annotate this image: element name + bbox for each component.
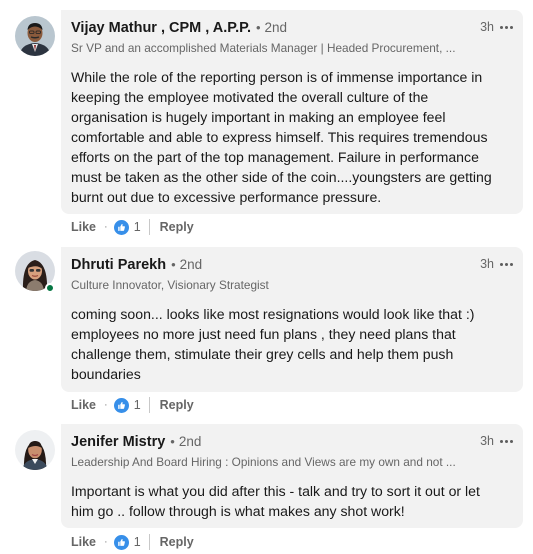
comment-text-line: must be taken as the other side of the c… bbox=[71, 169, 492, 185]
comment-bubble: Dhruti Parekh • 2nd Culture Innovator, V… bbox=[61, 247, 523, 392]
comment-meta: 3h bbox=[480, 257, 513, 271]
more-horizontal-icon[interactable] bbox=[500, 439, 513, 443]
like-thumbs-up-icon[interactable] bbox=[113, 219, 129, 235]
reply-button[interactable]: Reply bbox=[160, 220, 194, 234]
comment-meta: 3h bbox=[480, 20, 513, 34]
reaction-count[interactable]: 1 bbox=[134, 220, 141, 234]
comment-text: While the role of the reporting person i… bbox=[71, 67, 511, 207]
avatar[interactable] bbox=[15, 430, 55, 470]
separator-dot: · bbox=[104, 536, 108, 548]
comment-text-line: efforts on the part of the top managemen… bbox=[71, 149, 479, 165]
timestamp: 3h bbox=[480, 257, 494, 271]
action-divider bbox=[148, 397, 150, 413]
comment-bubble: Vijay Mathur , CPM , A.P.P. • 2nd Sr VP … bbox=[61, 10, 523, 214]
avatar-photo bbox=[15, 430, 55, 470]
author-name[interactable]: Dhruti Parekh bbox=[71, 257, 166, 273]
comment-actions: Like · 1 Reply bbox=[71, 396, 194, 414]
comment-text-line: challenge them, stimulate their grey cel… bbox=[71, 346, 454, 362]
timestamp: 3h bbox=[480, 20, 494, 34]
reply-button[interactable]: Reply bbox=[160, 398, 194, 412]
comment-bubble: Jenifer Mistry • 2nd Leadership And Boar… bbox=[61, 424, 523, 528]
comment-text-line: coming soon... looks like most resignati… bbox=[71, 306, 475, 322]
action-divider bbox=[148, 534, 150, 550]
comment-actions: Like · 1 Reply bbox=[71, 218, 194, 236]
comment-text-line: him go .. follow through is what makes a… bbox=[71, 503, 405, 519]
comment-text-line: employees no more just need fun plans , … bbox=[71, 326, 456, 342]
comment-text: Important is what you did after this - t… bbox=[71, 481, 511, 521]
author-headline: Sr VP and an accomplished Materials Mana… bbox=[71, 41, 456, 55]
comment-actions: Like · 1 Reply bbox=[71, 533, 194, 551]
like-button[interactable]: Like bbox=[71, 220, 96, 234]
connection-degree: 2nd bbox=[179, 257, 203, 272]
connection-degree: 2nd bbox=[178, 434, 202, 449]
separator-dot: · bbox=[104, 221, 108, 233]
reply-button[interactable]: Reply bbox=[160, 535, 194, 549]
separator-dot: • bbox=[171, 257, 176, 272]
more-horizontal-icon[interactable] bbox=[500, 262, 513, 266]
comment-text-line: Important is what you did after this - t… bbox=[71, 483, 480, 499]
comment-text-line: While the role of the reporting person i… bbox=[71, 69, 483, 85]
like-button[interactable]: Like bbox=[71, 398, 96, 412]
separator-dot: · bbox=[104, 399, 108, 411]
author-headline: Leadership And Board Hiring : Opinions a… bbox=[71, 455, 456, 469]
comment-text-line: boundaries bbox=[71, 366, 141, 382]
comment-header: Vijay Mathur , CPM , A.P.P. • 2nd bbox=[71, 20, 511, 38]
comment-text-line: organisation is hugely important in maki… bbox=[71, 109, 446, 125]
comment-text-line: keeping the employee motivated the overa… bbox=[71, 89, 429, 105]
comment-text-line: burnt out due to excessive performance p… bbox=[71, 189, 382, 205]
like-thumbs-up-icon[interactable] bbox=[113, 534, 129, 550]
avatar[interactable] bbox=[15, 16, 55, 56]
author-name[interactable]: Vijay Mathur , CPM , A.P.P. bbox=[71, 20, 251, 36]
like-thumbs-up-icon[interactable] bbox=[113, 397, 129, 413]
timestamp: 3h bbox=[480, 434, 494, 448]
avatar-photo bbox=[15, 16, 55, 56]
reaction-count[interactable]: 1 bbox=[134, 535, 141, 549]
separator-dot: • bbox=[255, 20, 261, 35]
action-divider bbox=[148, 219, 150, 235]
comment-header: Jenifer Mistry • 2nd bbox=[71, 434, 511, 452]
online-status-indicator bbox=[45, 283, 55, 293]
reaction-count[interactable]: 1 bbox=[134, 398, 141, 412]
separator-dot: • bbox=[170, 434, 175, 449]
more-horizontal-icon[interactable] bbox=[500, 25, 513, 29]
comment-header: Dhruti Parekh • 2nd bbox=[71, 257, 511, 275]
connection-degree: 2nd bbox=[264, 20, 288, 35]
comment-text: coming soon... looks like most resignati… bbox=[71, 304, 511, 384]
author-name[interactable]: Jenifer Mistry bbox=[71, 434, 165, 450]
like-button[interactable]: Like bbox=[71, 535, 96, 549]
comment-meta: 3h bbox=[480, 434, 513, 448]
author-headline: Culture Innovator, Visionary Strategist bbox=[71, 278, 269, 292]
comment-text-line: comfortable and able to express himself.… bbox=[71, 129, 488, 145]
